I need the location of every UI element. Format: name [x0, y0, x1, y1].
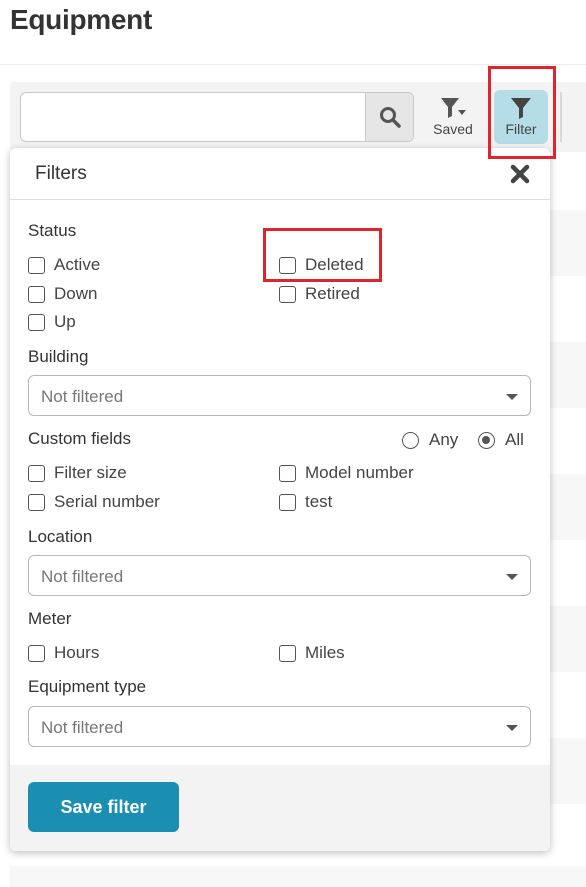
meter-hours-checkbox[interactable]: Hours — [28, 643, 99, 663]
saved-filters-button[interactable]: Saved — [426, 90, 480, 144]
custom-fields-any-radio[interactable]: Any — [402, 430, 458, 450]
status-deleted-checkbox[interactable]: Deleted — [279, 255, 364, 275]
search-icon — [379, 107, 401, 128]
close-icon[interactable] — [510, 164, 530, 184]
filter-icon — [511, 98, 531, 119]
filter-label: Filter — [505, 121, 537, 137]
checkbox-label: Serial number — [54, 492, 160, 511]
save-filter-button[interactable]: Save filter — [28, 782, 179, 832]
filters-header: Filters — [10, 148, 550, 200]
page-title: Equipment — [10, 4, 152, 35]
checkbox[interactable] — [28, 493, 45, 511]
custom-serial-number-checkbox[interactable]: Serial number — [28, 492, 160, 512]
checkbox-label: test — [305, 492, 333, 511]
search-input[interactable] — [21, 93, 365, 141]
checkbox[interactable] — [279, 644, 296, 662]
checkbox-label: Model number — [305, 463, 414, 482]
checkbox-label: Retired — [305, 284, 360, 303]
location-select[interactable]: Not filtered — [28, 555, 531, 596]
filters-title: Filters — [35, 163, 87, 184]
custom-test-checkbox[interactable]: test — [279, 492, 332, 512]
table-row — [548, 474, 586, 540]
radio-label: All — [505, 430, 524, 449]
equipment-type-label: Equipment type — [28, 677, 147, 696]
filter-button[interactable]: Filter — [494, 90, 548, 144]
status-down-checkbox[interactable]: Down — [28, 284, 97, 304]
saved-filter-icon — [441, 98, 466, 118]
background-table — [548, 152, 586, 887]
toolbar-divider — [560, 92, 562, 142]
building-select-value: Not filtered — [41, 387, 124, 406]
checkbox[interactable] — [28, 644, 45, 662]
filters-panel: Filters Status Active Deleted Down Retir… — [10, 148, 550, 851]
table-row — [548, 738, 586, 804]
checkbox[interactable] — [28, 285, 45, 303]
meter-label: Meter — [28, 609, 72, 628]
checkbox-label: Deleted — [305, 255, 364, 274]
checkbox-label: Active — [54, 255, 101, 274]
checkbox[interactable] — [28, 256, 45, 274]
checkbox-label: Filter size — [54, 463, 127, 482]
toolbar: Saved Filter — [10, 82, 586, 152]
filters-footer: Save filter — [10, 765, 550, 851]
checkbox[interactable] — [279, 256, 296, 274]
title-divider — [0, 64, 586, 65]
checkbox[interactable] — [279, 493, 296, 511]
status-active-checkbox[interactable]: Active — [28, 255, 100, 275]
checkbox-label: Up — [54, 312, 76, 331]
checkbox-label: Miles — [305, 643, 345, 662]
checkbox-label: Down — [54, 284, 98, 303]
table-row — [548, 210, 586, 276]
location-select-value: Not filtered — [41, 567, 124, 586]
search-box — [20, 92, 414, 142]
table-row — [10, 866, 586, 887]
custom-fields-label: Custom fields — [28, 429, 131, 448]
location-label: Location — [28, 527, 93, 546]
status-retired-checkbox[interactable]: Retired — [279, 284, 360, 304]
checkbox[interactable] — [279, 464, 296, 482]
status-label: Status — [28, 221, 77, 240]
checkbox[interactable] — [28, 313, 45, 331]
meter-miles-checkbox[interactable]: Miles — [279, 643, 345, 663]
radio-label: Any — [429, 430, 459, 449]
equipment-type-select-value: Not filtered — [41, 718, 124, 737]
radio-button[interactable] — [402, 431, 419, 449]
status-up-checkbox[interactable]: Up — [28, 312, 76, 332]
chevron-down-icon — [506, 574, 518, 580]
saved-label: Saved — [433, 121, 473, 137]
checkbox[interactable] — [28, 464, 45, 482]
chevron-down-icon — [506, 394, 518, 400]
checkbox-label: Hours — [54, 643, 100, 662]
chevron-down-icon — [506, 725, 518, 731]
building-select[interactable]: Not filtered — [28, 375, 531, 416]
custom-fields-all-radio[interactable]: All — [478, 430, 524, 450]
building-label: Building — [28, 347, 89, 366]
search-button[interactable] — [365, 93, 413, 141]
table-row — [548, 606, 586, 672]
checkbox[interactable] — [279, 285, 296, 303]
radio-button[interactable] — [478, 431, 495, 449]
equipment-type-select[interactable]: Not filtered — [28, 706, 531, 747]
custom-filter-size-checkbox[interactable]: Filter size — [28, 463, 127, 483]
custom-model-number-checkbox[interactable]: Model number — [279, 463, 414, 483]
table-row — [548, 342, 586, 408]
